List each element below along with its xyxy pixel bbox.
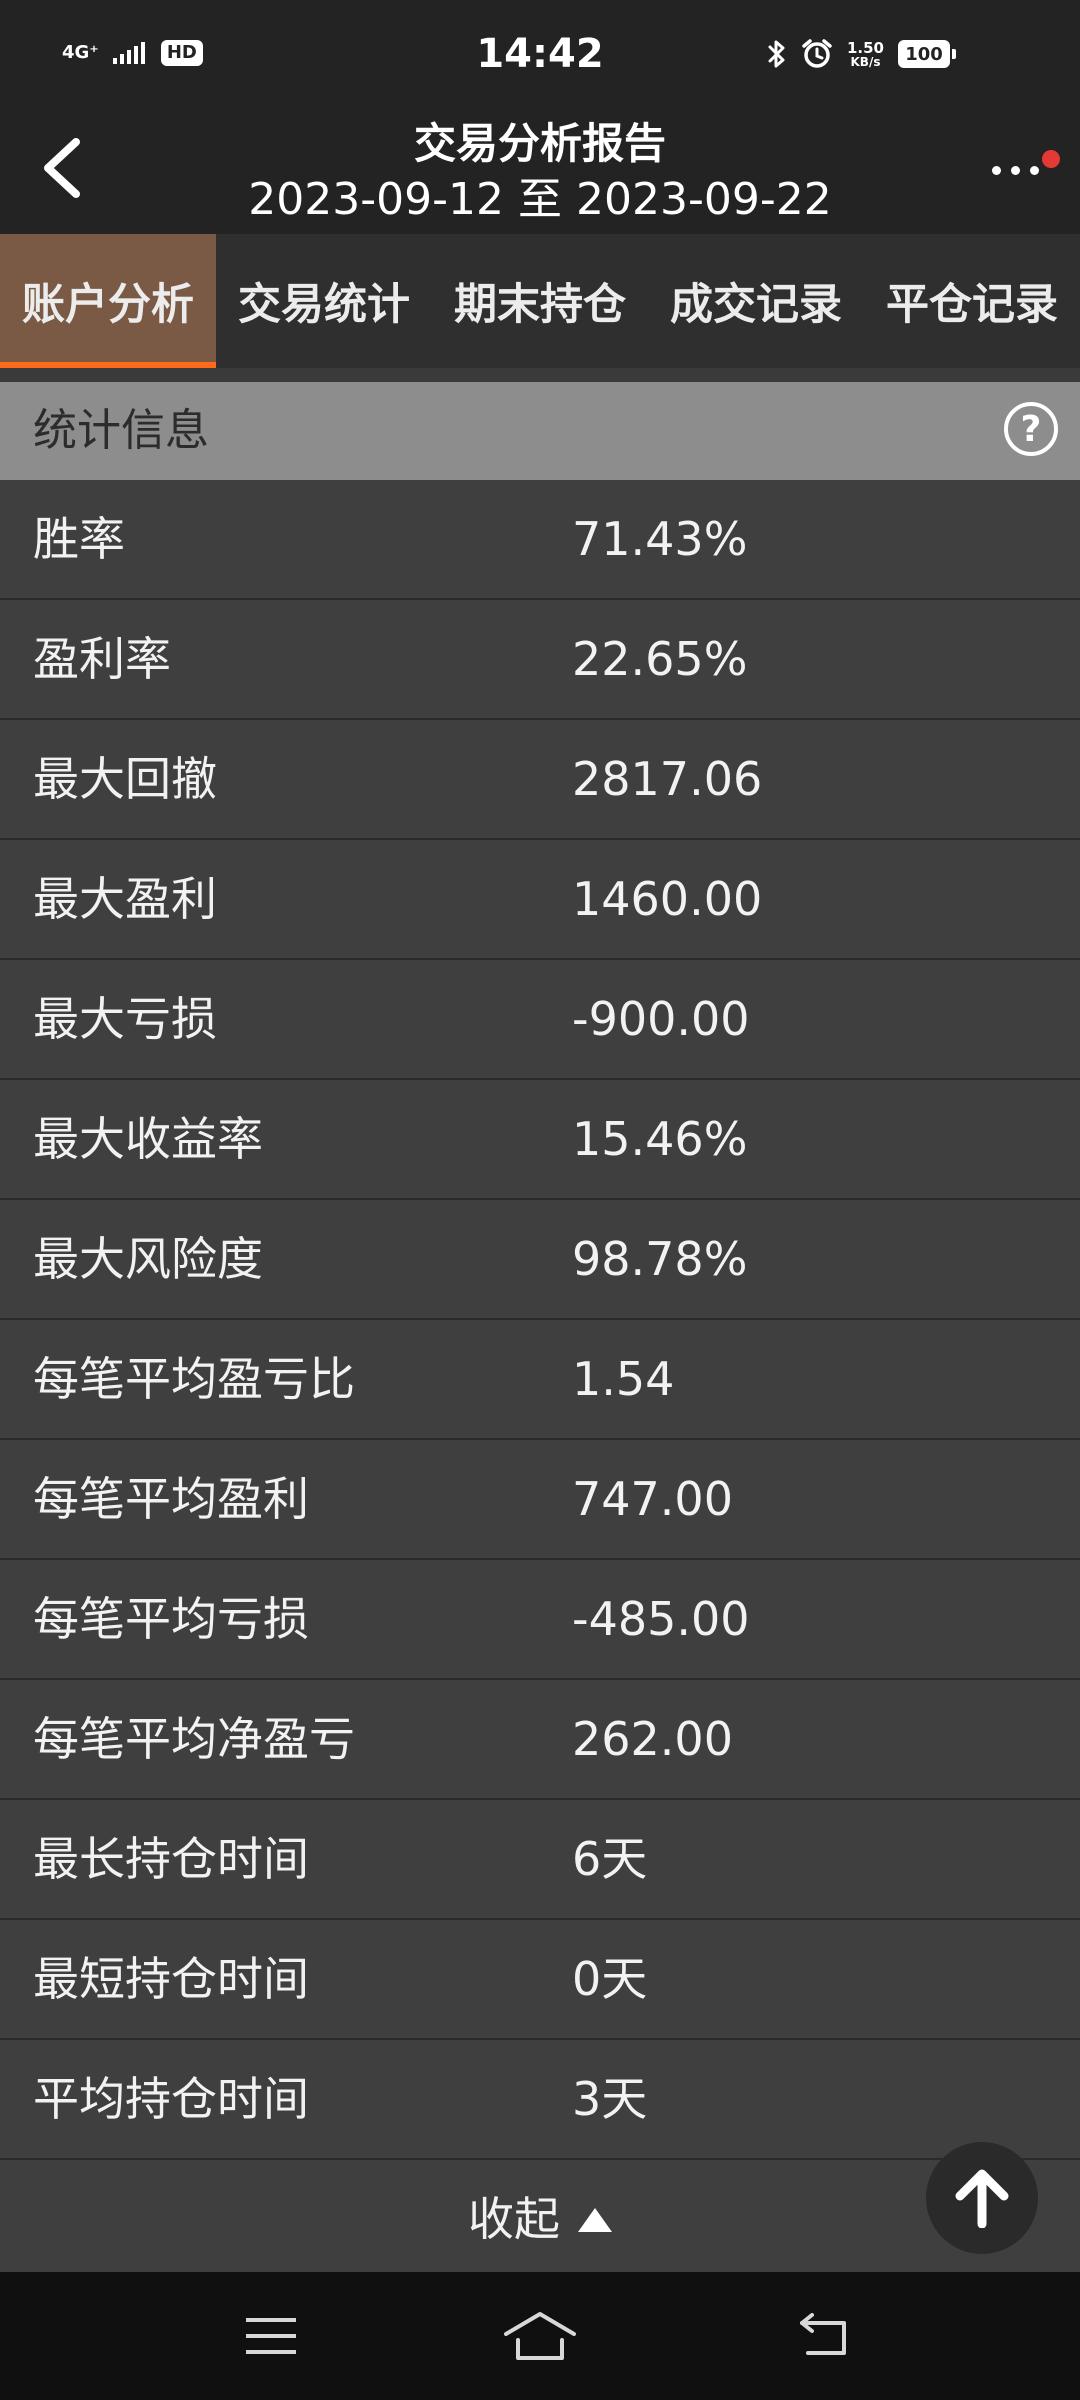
stat-row-win-rate: 胜率 71.43% [0, 480, 1080, 600]
stat-value: 15.46% [572, 1112, 748, 1166]
stat-row-max-loss: 最大亏损 -900.00 [0, 960, 1080, 1080]
stat-row-max-profit: 最大盈利 1460.00 [0, 840, 1080, 960]
app-header: 交易分析报告 2023-09-12 至 2023-09-22 [0, 112, 1080, 234]
stat-row-max-risk: 最大风险度 98.78% [0, 1200, 1080, 1320]
triangle-up-icon [578, 2208, 612, 2232]
question-circle-icon[interactable]: ? [1004, 402, 1058, 456]
section-divider [0, 368, 1080, 382]
bluetooth-icon [768, 40, 785, 68]
stat-row-longest-hold: 最长持仓时间 6天 [0, 1800, 1080, 1920]
back-arrow-icon [800, 2313, 846, 2355]
stat-row-avg-profit: 每笔平均盈利 747.00 [0, 1440, 1080, 1560]
stats-list: 胜率 71.43% 盈利率 22.65% 最大回撤 2817.06 最大盈利 1… [0, 480, 1080, 2160]
stat-label: 最大亏损 [33, 992, 217, 1046]
collapse-label: 收起 [468, 2192, 560, 2246]
tab-trade-statistics[interactable]: 交易统计 [216, 234, 432, 368]
stat-label: 每笔平均亏损 [33, 1592, 309, 1646]
tab-transaction-records[interactable]: 成交记录 [648, 234, 864, 368]
stat-value: 71.43% [572, 512, 748, 566]
tab-account-analysis[interactable]: 账户分析 [0, 234, 216, 368]
arrow-up-icon [955, 2169, 1009, 2228]
menu-icon [246, 2318, 296, 2354]
stat-value: -485.00 [572, 1592, 750, 1646]
more-button[interactable] [984, 136, 1060, 202]
network-speed-unit: KB/s [850, 54, 881, 69]
scroll-top-button[interactable] [926, 2142, 1038, 2254]
stat-row-avg-net-pnl: 每笔平均净盈亏 262.00 [0, 1680, 1080, 1800]
stat-value: 262.00 [572, 1712, 733, 1766]
stat-label: 盈利率 [33, 632, 171, 686]
home-icon [504, 2312, 576, 2360]
stat-value: 2817.06 [572, 752, 763, 806]
stat-row-avg-profit-loss-ratio: 每笔平均盈亏比 1.54 [0, 1320, 1080, 1440]
stat-row-shortest-hold: 最短持仓时间 0天 [0, 1920, 1080, 2040]
tab-closing-records[interactable]: 平仓记录 [864, 234, 1080, 368]
network-speed: 1.50 KB/s [846, 38, 884, 69]
nav-back-button[interactable] [784, 2298, 864, 2374]
nav-menu-button[interactable] [231, 2298, 311, 2374]
stat-value: 1460.00 [572, 872, 763, 926]
more-dots-icon [992, 166, 1039, 175]
stat-label: 胜率 [33, 512, 125, 566]
stat-label: 最大收益率 [33, 1112, 263, 1166]
alarm-icon [802, 39, 832, 68]
page-title: 交易分析报告 [413, 119, 666, 168]
status-bar: 4G⁺ HD 14:42 1.50 KB/s 100 [0, 0, 1080, 112]
stat-label: 最大风险度 [33, 1232, 263, 1286]
stat-label: 最大回撤 [33, 752, 217, 806]
stat-row-avg-loss: 每笔平均亏损 -485.00 [0, 1560, 1080, 1680]
stat-row-max-return-rate: 最大收益率 15.46% [0, 1080, 1080, 1200]
collapse-button[interactable]: 收起 [0, 2160, 1080, 2272]
date-range: 2023-09-12 至 2023-09-22 [248, 174, 832, 225]
status-right: 1.50 KB/s 100 [767, 38, 956, 70]
stat-value: 6天 [572, 1832, 648, 1886]
stat-label: 平均持仓时间 [33, 2072, 309, 2126]
stat-value: 3天 [572, 2072, 648, 2126]
stat-value: 747.00 [572, 1472, 733, 1526]
stat-label: 最长持仓时间 [33, 1832, 309, 1886]
stat-row-profit-rate: 盈利率 22.65% [0, 600, 1080, 720]
tab-bar: 账户分析 交易统计 期末持仓 成交记录 平仓记录 [0, 234, 1080, 368]
section-header: 统计信息 ? [0, 382, 1080, 480]
tab-ending-positions[interactable]: 期末持仓 [432, 234, 648, 368]
stat-row-max-drawdown: 最大回撤 2817.06 [0, 720, 1080, 840]
stat-label: 最短持仓时间 [33, 1952, 309, 2006]
stat-label: 每笔平均盈亏比 [33, 1352, 355, 1406]
stat-value: -900.00 [572, 992, 750, 1046]
nav-home-button[interactable] [500, 2298, 580, 2374]
battery-indicator: 100 [898, 40, 956, 68]
stat-value: 1.54 [572, 1352, 675, 1406]
stat-label: 每笔平均盈利 [33, 1472, 309, 1526]
notification-dot [1042, 150, 1060, 168]
collapse-inner: 收起 [0, 2160, 1080, 2272]
stat-label: 最大盈利 [33, 872, 217, 926]
section-title: 统计信息 [33, 405, 209, 456]
stat-value: 22.65% [572, 632, 748, 686]
stat-row-avg-hold: 平均持仓时间 3天 [0, 2040, 1080, 2160]
stat-value: 0天 [572, 1952, 648, 2006]
system-nav-bar [0, 2272, 1080, 2400]
stat-value: 98.78% [572, 1232, 748, 1286]
network-speed-value: 1.50 [846, 38, 884, 57]
stat-label: 每笔平均净盈亏 [33, 1712, 355, 1766]
